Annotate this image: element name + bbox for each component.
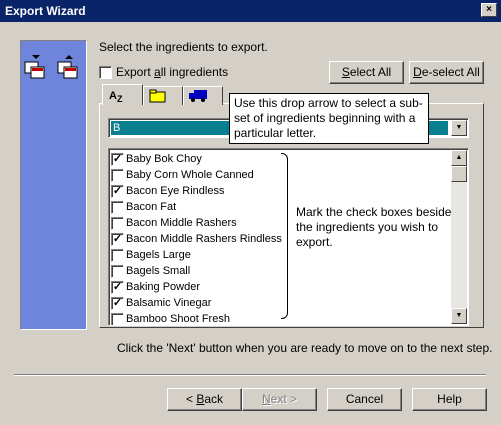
svg-text:A: A xyxy=(109,90,117,102)
cancel-button[interactable]: Cancel xyxy=(327,388,402,411)
list-item[interactable]: ✓ Baby Bok Choy xyxy=(111,152,441,168)
ingredient-checkbox[interactable]: ✓ xyxy=(111,153,124,166)
help-button[interactable]: Help xyxy=(412,388,487,411)
dropdown-callout: Use this drop arrow to select a sub-set … xyxy=(229,93,429,144)
back-button[interactable]: < Back xyxy=(167,388,242,411)
tab-category[interactable] xyxy=(143,86,183,105)
instruction-text: Select the ingredients to export. xyxy=(99,40,268,54)
export-all-checkbox[interactable] xyxy=(99,66,112,79)
ingredient-checkbox[interactable]: ✓ xyxy=(111,281,124,294)
az-sort-icon: A Z xyxy=(109,90,123,103)
truck-icon xyxy=(189,90,207,102)
folder-icon xyxy=(149,89,166,103)
tab-alphabetical[interactable]: A Z xyxy=(102,84,143,105)
footer-separator xyxy=(14,374,486,376)
list-item[interactable]: ✓ Balsamic Vinegar xyxy=(111,296,441,312)
tab-supplier[interactable] xyxy=(183,86,223,105)
ingredient-label: Baby Bok Choy xyxy=(126,153,202,165)
export-wizard-window: Export Wizard × Select the ingredients t… xyxy=(0,0,501,425)
scroll-up-icon[interactable]: ▲ xyxy=(451,150,467,166)
export-all-label: Export all ingredients xyxy=(116,65,229,79)
ingredient-checkbox[interactable]: ✓ xyxy=(111,297,124,310)
ingredient-checkbox[interactable] xyxy=(111,265,124,278)
ingredient-checkbox[interactable] xyxy=(111,313,124,325)
ingredient-label: Bacon Eye Rindless xyxy=(126,185,225,197)
ingredient-label: Bacon Middle Rashers Rindless xyxy=(126,233,282,245)
list-item[interactable]: ✓ Baking Powder xyxy=(111,280,441,296)
ingredient-label: Bagels Large xyxy=(126,249,191,261)
ingredient-checkbox[interactable] xyxy=(111,169,124,182)
ingredient-label: Bacon Middle Rashers xyxy=(126,217,237,229)
wizard-side-panel xyxy=(20,40,87,330)
scroll-down-icon[interactable]: ▼ xyxy=(451,308,467,324)
ingredient-label: Bamboo Shoot Fresh xyxy=(126,313,230,325)
footer-hint: Click the 'Next' button when you are rea… xyxy=(117,341,493,355)
checkbox-callout: Mark the check boxes beside the ingredie… xyxy=(296,205,452,249)
window-title: Export Wizard xyxy=(5,4,86,18)
export-documents-icon xyxy=(24,55,78,79)
svg-text:Z: Z xyxy=(117,94,123,103)
ingredient-checkbox[interactable] xyxy=(111,201,124,214)
ingredient-label: Bacon Fat xyxy=(126,201,177,213)
list-item[interactable]: Bagels Small xyxy=(111,264,441,280)
list-item[interactable]: Bagels Large xyxy=(111,248,441,264)
ingredient-checkbox[interactable]: ✓ xyxy=(111,233,124,246)
close-button[interactable]: × xyxy=(481,3,497,17)
next-button[interactable]: Next > xyxy=(242,388,317,411)
ingredient-label: Bagels Small xyxy=(126,265,191,277)
ingredient-checkbox[interactable]: ✓ xyxy=(111,185,124,198)
list-item[interactable]: Bamboo Shoot Fresh xyxy=(111,312,441,325)
deselect-all-button[interactable]: De-select All xyxy=(409,61,484,84)
chevron-down-icon[interactable]: ▼ xyxy=(451,120,467,136)
ingredient-checkbox[interactable] xyxy=(111,249,124,262)
list-item[interactable]: ✓ Bacon Eye Rindless xyxy=(111,184,441,200)
ingredient-label: Baking Powder xyxy=(126,281,200,293)
select-all-button[interactable]: Select All xyxy=(329,61,404,84)
ingredient-checkbox[interactable] xyxy=(111,217,124,230)
list-item[interactable]: Baby Corn Whole Canned xyxy=(111,168,441,184)
list-bracket xyxy=(281,153,288,319)
title-bar: Export Wizard × xyxy=(0,0,501,22)
scroll-thumb[interactable] xyxy=(451,166,467,182)
ingredient-label: Balsamic Vinegar xyxy=(126,297,212,309)
ingredient-label: Baby Corn Whole Canned xyxy=(126,169,254,181)
